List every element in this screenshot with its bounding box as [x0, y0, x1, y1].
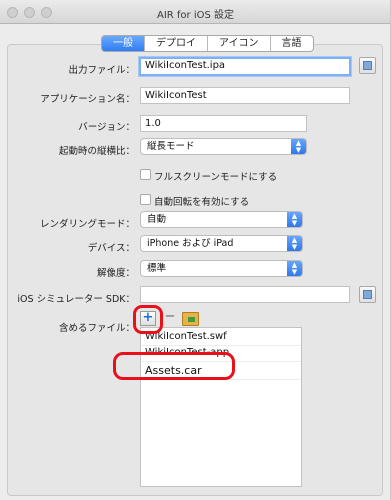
aspect-ratio-value: 縦長モード [147, 141, 195, 152]
fullscreen-label: フルスクリーンモードにする [154, 172, 278, 183]
aspect-ratio-select[interactable]: 縦長モード ▲ ▼ [140, 138, 307, 155]
resolution-select[interactable]: 標準 ▲ ▼ [140, 260, 303, 277]
output-file-label: 出力ファイル： [68, 65, 135, 76]
chevron-updown-icon: ▲ ▼ [291, 139, 306, 154]
device-label: デバイス： [87, 243, 135, 254]
resolution-label: 解像度： [96, 268, 135, 279]
row-divider [141, 345, 301, 346]
remove-file-button[interactable]: − [162, 309, 178, 326]
autorotate-label: 自動回転を有効にする [154, 197, 250, 208]
aspect-ratio-label: 起動時の縦横比： [58, 146, 135, 157]
simulator-sdk-label: iOS シミュレーター SDK： [17, 294, 135, 305]
tab-bar: 一般 デプロイ アイコン 言語 [101, 35, 314, 52]
chevron-updown-icon: ▲ ▼ [287, 236, 302, 251]
device-value: iPhone および iPad [147, 238, 234, 249]
tab-general[interactable]: 一般 [102, 36, 145, 51]
app-name-label: アプリケーション名： [40, 94, 135, 105]
tab-deploy[interactable]: デプロイ [145, 36, 208, 51]
simulator-sdk-field[interactable] [140, 286, 350, 303]
folder-icon [363, 290, 372, 299]
add-folder-icon[interactable] [182, 312, 199, 326]
render-mode-select[interactable]: 自動 ▲ ▼ [140, 211, 303, 228]
folder-icon [363, 61, 372, 70]
title-bar: AIR for iOS 設定 [0, 0, 391, 24]
annotation-circle-assets [113, 352, 235, 380]
browse-output-button[interactable] [359, 57, 376, 74]
version-label: バージョン： [78, 122, 135, 133]
include-files-label: 含めるファイル： [58, 323, 135, 334]
output-file-field[interactable]: WikiIconTest.ipa [139, 57, 351, 76]
annotation-circle-add-button [133, 305, 163, 334]
chevron-updown-icon: ▲ ▼ [287, 261, 302, 276]
tab-icons[interactable]: アイコン [208, 36, 271, 51]
device-select[interactable]: iPhone および iPad ▲ ▼ [140, 235, 303, 252]
window-title: AIR for iOS 設定 [156, 10, 235, 21]
included-files-list[interactable]: WikiIconTest.swf WikiIconTest-app. Asset… [140, 327, 302, 487]
version-field[interactable]: 1.0 [140, 115, 307, 132]
autorotate-checkbox[interactable] [140, 194, 151, 205]
fullscreen-checkbox[interactable] [140, 169, 151, 180]
browse-sdk-button[interactable] [359, 286, 376, 303]
render-mode-value: 自動 [147, 214, 167, 225]
tab-languages[interactable]: 言語 [271, 36, 313, 51]
resolution-value: 標準 [147, 263, 167, 274]
app-name-field[interactable]: WikiIconTest [140, 87, 350, 104]
minus-icon: − [164, 309, 176, 324]
render-mode-label: レンダリングモード： [39, 219, 135, 230]
chevron-updown-icon: ▲ ▼ [287, 212, 302, 227]
